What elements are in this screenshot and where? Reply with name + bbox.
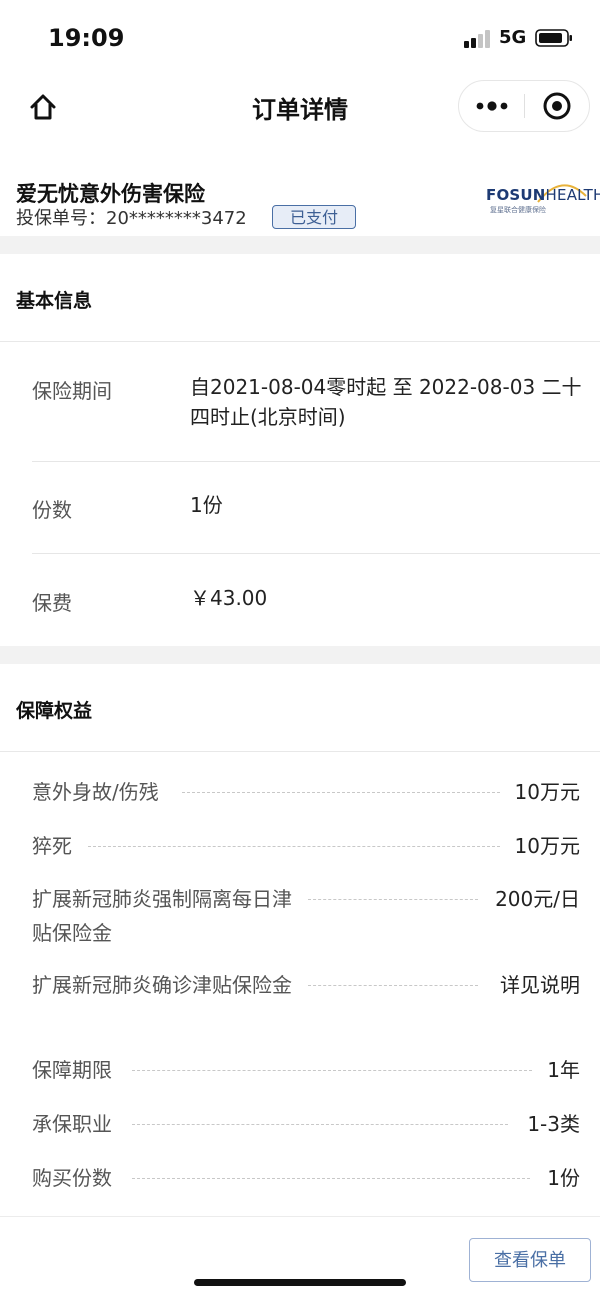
benefit-row: 扩展新冠肺炎确诊津贴保险金 详见说明 [32,968,580,1036]
benefit-label: 扩展新冠肺炎确诊津贴保险金 [32,973,292,997]
battery-icon [535,29,572,47]
dotted-leader [308,899,478,900]
section-title: 保障权益 [16,700,93,722]
benefit-value: 1份 [547,1166,580,1190]
bottom-action-bar: 查看保单 [0,1216,600,1298]
product-header: 爱无忧意外伤害保险 投保单号：20********3472 已支付 FOSUNH… [0,164,600,236]
close-mini-program-button[interactable] [525,81,589,131]
info-row-period: 保险期间 自2021-08-04零时起 至 2022-08-03 二十四时止(北… [32,342,600,462]
benefit-value: 1-3类 [527,1112,580,1136]
benefit-row: 猝死 10万元 [32,829,580,863]
basic-info-header: 基本信息 [0,254,600,342]
benefit-row: 意外身故/伤残 10万元 [32,775,580,809]
benefit-label: 保障期限 [32,1058,112,1082]
home-indicator[interactable] [194,1279,406,1286]
info-label: 保费 [32,591,72,615]
section-title: 基本信息 [16,290,93,312]
dotted-leader [132,1124,508,1125]
benefit-value: 10万元 [514,780,580,804]
benefit-label: 购买份数 [32,1166,112,1190]
dotted-leader [88,846,500,847]
benefit-value: 1年 [547,1058,580,1082]
benefit-row: 购买份数 1份 [32,1161,580,1195]
more-dots-icon [476,101,507,111]
status-bar: 19:09 5G [0,0,600,76]
brand-logo-subtext: 复星联合健康保险 [490,206,546,214]
info-label: 保险期间 [32,379,112,403]
benefit-value: 详见说明 [500,973,580,997]
view-policy-button[interactable]: 查看保单 [469,1238,591,1282]
brand-logo: FOSUNHEALTH 复星联合健康保险 [486,184,600,222]
benefits-header: 保障权益 [0,664,600,752]
benefit-label: 猝死 [32,834,72,858]
section-gap [0,646,600,664]
info-value: 自2021-08-04零时起 至 2022-08-03 二十四时止(北京时间) [190,375,582,429]
benefit-row: 保障期限 1年 [32,1053,580,1087]
status-time: 19:09 [48,24,125,52]
info-value: 1份 [190,493,223,517]
dotted-leader [308,985,478,986]
benefit-value: 10万元 [514,834,580,858]
section-gap [0,236,600,254]
benefit-label: 意外身故/伤残 [32,780,159,804]
info-row-copies: 份数 1份 [32,462,600,554]
dotted-leader [132,1070,532,1071]
signal-bars-icon [464,30,490,48]
dotted-leader [182,792,500,793]
benefit-label: 扩展新冠肺炎强制隔离每日津贴保险金 [32,887,292,945]
network-label: 5G [499,27,527,48]
benefit-label: 承保职业 [32,1112,112,1136]
benefit-row: 承保职业 1-3类 [32,1107,580,1141]
mini-program-capsule [458,80,590,132]
target-circle-icon [543,92,571,120]
benefit-row: 扩展新冠肺炎强制隔离每日津贴保险金 200元/日 [32,882,580,950]
more-button[interactable] [459,81,524,131]
benefit-value: 200元/日 [495,887,580,911]
brand-logo-text: FOSUNHEALTH [486,186,600,204]
info-value: ￥43.00 [190,586,268,610]
status-badge: 已支付 [272,205,356,229]
info-label: 份数 [32,498,72,522]
info-row-premium: 保费 ￥43.00 [32,554,600,646]
dotted-leader [132,1178,530,1179]
policy-number: 投保单号：20********3472 [16,208,247,229]
nav-bar: 订单详情 [0,76,600,138]
